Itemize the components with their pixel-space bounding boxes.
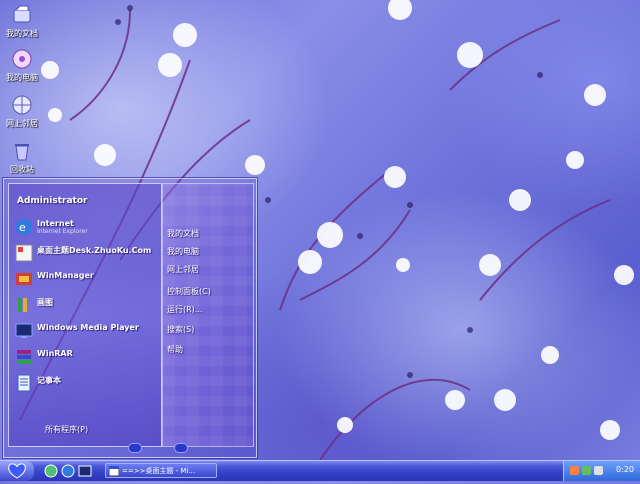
start-menu-item-title: 记事本 xyxy=(37,376,61,385)
heart-logo-icon xyxy=(8,463,26,479)
window-icon xyxy=(109,466,119,476)
start-menu-item-winmanager[interactable]: WinManager xyxy=(13,270,153,290)
desktop-icon-label: 我的电脑 xyxy=(6,73,38,82)
desktop-icon-network[interactable]: 网上邻居 xyxy=(0,94,50,129)
start-menu-places-panel: 我的文档 我的电脑 网上邻居 控制面板(C) 运行(R)... 搜索(S) 帮助 xyxy=(162,183,254,447)
logoff-button[interactable] xyxy=(128,443,142,453)
places-item-search[interactable]: 搜索(S) xyxy=(167,324,194,335)
taskbar-button-theme-window[interactable]: ==>>桌面主题 - Mi... xyxy=(105,463,217,478)
taskbar-clock[interactable]: 0:20 xyxy=(616,465,634,474)
winrar-icon xyxy=(17,350,31,364)
start-menu-item-title: WinRAR xyxy=(37,349,73,358)
network-icon xyxy=(12,95,32,115)
places-item-network[interactable]: 网上邻居 xyxy=(167,264,199,275)
desktop-icon-label: 网上邻居 xyxy=(6,119,38,128)
taskbar: ==>>桌面主题 - Mi... 0:20 xyxy=(0,460,640,481)
recycle-bin-icon xyxy=(15,144,29,161)
desktop-icon-my-computer[interactable]: 我的电脑 xyxy=(0,48,50,83)
desktop-icon-label: 我的文档 xyxy=(6,29,38,38)
shutdown-button[interactable] xyxy=(174,443,188,453)
start-button[interactable] xyxy=(0,461,34,481)
tray-network-icon[interactable] xyxy=(582,466,591,475)
start-menu: Administrator e Internet Internet Explor… xyxy=(3,178,257,458)
places-item-run[interactable]: 运行(R)... xyxy=(167,304,202,315)
desktop-icon-label: 回收站 xyxy=(10,165,34,174)
theme-icon xyxy=(15,244,33,262)
internet-explorer-icon[interactable] xyxy=(61,464,75,478)
winmanager-icon xyxy=(16,273,32,285)
start-menu-item-title: Internet xyxy=(37,219,74,228)
media-player-icon[interactable] xyxy=(78,464,92,478)
notepad-icon xyxy=(17,374,31,392)
start-menu-footer xyxy=(128,443,248,455)
places-item-help[interactable]: 帮助 xyxy=(167,344,183,355)
start-menu-item-title: WinManager xyxy=(37,271,94,280)
documents-icon xyxy=(13,5,31,23)
internet-explorer-icon: e xyxy=(16,219,32,235)
taskbar-button-label: ==>>桌面主题 - Mi... xyxy=(122,467,196,475)
places-item-my-documents[interactable]: 我的文档 xyxy=(167,228,199,239)
start-menu-item-media-player[interactable]: Windows Media Player xyxy=(13,322,153,342)
media-player-icon xyxy=(15,323,33,338)
start-menu-item-paint[interactable]: 画图 xyxy=(13,296,153,316)
places-item-control-panel[interactable]: 控制面板(C) xyxy=(167,286,211,297)
start-menu-item-subtitle: Internet Explorer xyxy=(37,228,88,235)
places-item-my-computer[interactable]: 我的电脑 xyxy=(167,246,199,257)
svg-text:e: e xyxy=(19,221,26,234)
start-menu-item-title: Windows Media Player xyxy=(37,323,139,332)
start-menu-username: Administrator xyxy=(17,196,88,206)
start-menu-item-title: 桌面主题Desk.ZhuoKu.Com xyxy=(37,246,152,255)
desktop-icon-recycle-bin[interactable]: 回收站 xyxy=(0,140,50,175)
system-tray: 0:20 xyxy=(563,461,640,481)
computer-icon xyxy=(12,49,32,69)
start-menu-item-notepad[interactable]: 记事本 xyxy=(13,374,153,394)
all-programs-button[interactable]: 所有程序(P) xyxy=(45,424,88,435)
start-menu-item-internet[interactable]: e Internet Internet Explorer xyxy=(13,218,153,238)
start-menu-item-winrar[interactable]: WinRAR xyxy=(13,348,153,368)
start-menu-item-theme[interactable]: 桌面主题Desk.ZhuoKu.Com xyxy=(13,244,153,264)
start-menu-item-title: 画图 xyxy=(37,298,53,307)
desktop-icon-my-documents[interactable]: 我的文档 xyxy=(0,4,50,39)
start-menu-programs-panel: Administrator e Internet Internet Explor… xyxy=(8,183,162,447)
show-desktop-icon[interactable] xyxy=(44,464,58,478)
tray-app-icon[interactable] xyxy=(570,466,579,475)
volume-icon[interactable] xyxy=(594,466,603,475)
paint-icon xyxy=(18,298,27,312)
